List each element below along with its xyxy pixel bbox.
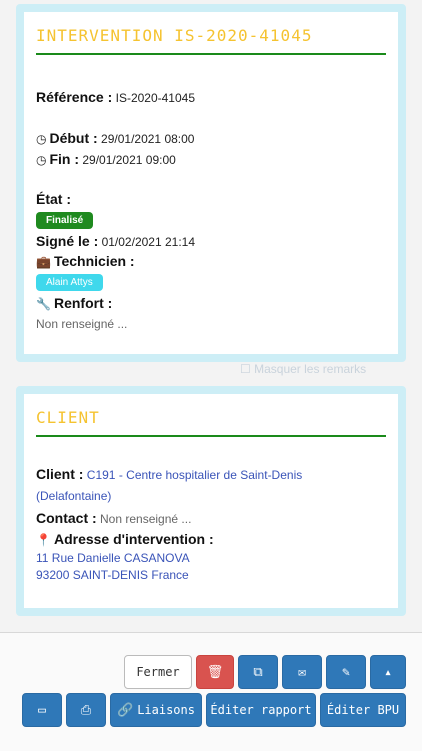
- adresse-label: Adresse d'intervention :: [53, 531, 214, 547]
- trash-icon: 🗑: [206, 664, 224, 680]
- wrench-icon: 🔧: [36, 297, 51, 311]
- etat-badge-row: Finalisé: [36, 212, 94, 229]
- print-icon: ⎙: [80, 702, 92, 718]
- renfort-value: Non renseigné ...: [36, 317, 128, 331]
- contact-label: Contact :: [36, 510, 97, 526]
- contact-value: Non renseigné ...: [100, 512, 192, 526]
- fin-row: ◷ Fin : 29/01/2021 09:00: [36, 151, 176, 167]
- contact-row: Contact : Non renseigné ...: [36, 510, 191, 526]
- intervention-card: INTERVENTION IS-2020-41045 Référence : I…: [16, 4, 406, 362]
- signe-label: Signé le :: [36, 233, 99, 249]
- map-marker-icon: 📍: [36, 533, 51, 547]
- technicien-badge[interactable]: Alain Attys: [36, 274, 103, 291]
- fermer-button[interactable]: Fermer: [124, 655, 192, 689]
- etat-label: État :: [36, 191, 71, 207]
- liaisons-button[interactable]: 🔗 Liaisons: [110, 693, 202, 727]
- window-icon: ▭: [38, 702, 46, 718]
- technicien-row: 💼 Technicien :: [36, 253, 135, 269]
- intervention-title: INTERVENTION IS-2020-41045: [36, 12, 386, 55]
- client-card: CLIENT Client : C191 - Centre hospitalie…: [16, 386, 406, 616]
- adresse-line2[interactable]: 93200 SAINT-DENIS France: [36, 568, 189, 582]
- reference-value: IS-2020-41045: [115, 91, 196, 105]
- background-checkbox-label: ☐ Masquer les remarks: [240, 362, 367, 376]
- client-title: CLIENT: [36, 394, 386, 437]
- caret-up-icon: ▴: [384, 664, 392, 680]
- copy-icon: ⧉: [253, 664, 263, 680]
- editer-bpu-label: Éditer BPU: [326, 703, 400, 717]
- signe-row: Signé le : 01/02/2021 21:14: [36, 233, 195, 249]
- email-button[interactable]: ✉: [282, 655, 322, 689]
- signe-value: 01/02/2021 21:14: [101, 235, 195, 249]
- etat-row: État :: [36, 191, 71, 207]
- link-icon: 🔗: [117, 702, 134, 718]
- status-badge: Finalisé: [36, 212, 94, 229]
- client-link-sub[interactable]: (Delafontaine): [36, 489, 111, 503]
- reference-row: Référence : IS-2020-41045: [36, 89, 195, 105]
- fin-label: Fin :: [49, 151, 80, 167]
- technicien-badge-row: Alain Attys: [36, 274, 103, 291]
- clock-icon: ◷: [36, 132, 47, 146]
- briefcase-icon: 💼: [36, 255, 51, 269]
- window-button[interactable]: ▭: [22, 693, 62, 727]
- delete-button[interactable]: 🗑: [196, 655, 234, 689]
- editer-rapport-label: Éditer rapport: [210, 703, 312, 717]
- reference-label: Référence :: [36, 89, 113, 105]
- fin-value: 29/01/2021 09:00: [82, 153, 176, 167]
- client-row: Client : C191 - Centre hospitalier de Sa…: [36, 464, 386, 507]
- debut-label: Début :: [49, 130, 98, 146]
- liaisons-label: Liaisons: [137, 703, 195, 717]
- edit-button[interactable]: ✎: [326, 655, 366, 689]
- collapse-button[interactable]: ▴: [370, 655, 406, 689]
- adresse-row: 📍 Adresse d'intervention :: [36, 531, 214, 547]
- renfort-label: Renfort :: [53, 295, 113, 311]
- envelope-icon: ✉: [298, 664, 306, 680]
- editer-rapport-button[interactable]: Éditer rapport: [206, 693, 316, 727]
- pencil-icon: ✎: [342, 664, 350, 680]
- debut-row: ◷ Début : 29/01/2021 08:00: [36, 130, 194, 146]
- action-toolbar: Fermer 🗑 ⧉ ✉ ✎ ▴ ▭ ⎙ 🔗 Liaisons Éditer ra…: [0, 632, 422, 751]
- fermer-label: Fermer: [136, 665, 180, 679]
- renfort-row: 🔧 Renfort :: [36, 295, 112, 311]
- debut-value: 29/01/2021 08:00: [101, 132, 195, 146]
- client-label: Client :: [36, 466, 84, 482]
- adresse-line1[interactable]: 11 Rue Danielle CASANOVA: [36, 551, 190, 565]
- duplicate-button[interactable]: ⧉: [238, 655, 278, 689]
- editer-bpu-button[interactable]: Éditer BPU: [320, 693, 406, 727]
- print-button[interactable]: ⎙: [66, 693, 106, 727]
- client-link[interactable]: C191 - Centre hospitalier de Saint-Denis: [87, 468, 302, 482]
- technicien-label: Technicien :: [53, 253, 135, 269]
- clock-icon: ◷: [36, 153, 47, 167]
